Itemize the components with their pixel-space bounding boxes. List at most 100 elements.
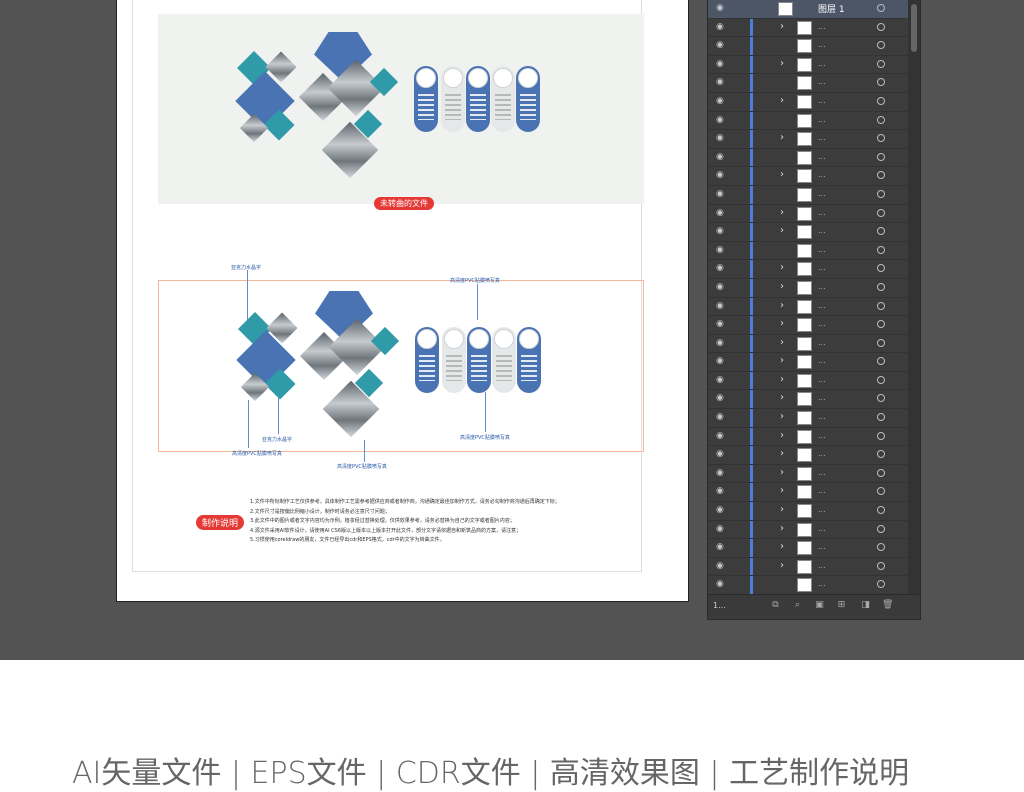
- visibility-eye-icon[interactable]: ◉: [716, 263, 728, 275]
- chevron-right-icon[interactable]: ›: [780, 355, 784, 366]
- chevron-right-icon[interactable]: ›: [780, 169, 784, 180]
- chevron-right-icon[interactable]: ›: [780, 504, 784, 515]
- layer-row[interactable]: ◉ ›...: [708, 353, 908, 372]
- layer-row[interactable]: ◉...: [708, 576, 908, 594]
- target-circle-icon[interactable]: [877, 134, 885, 143]
- chevron-right-icon[interactable]: ›: [780, 225, 784, 236]
- visibility-eye-icon[interactable]: ◉: [716, 40, 728, 52]
- layer-row[interactable]: ◉ ›...: [708, 260, 908, 279]
- visibility-eye-icon[interactable]: ◉: [716, 505, 728, 517]
- layer-row[interactable]: ◉ ›...: [708, 464, 908, 484]
- layer-row[interactable]: ◉ ›...: [708, 483, 908, 503]
- target-circle-icon[interactable]: [877, 580, 885, 589]
- target-circle-icon[interactable]: [877, 450, 885, 459]
- target-circle-icon[interactable]: [877, 506, 885, 515]
- layer-row[interactable]: ◉...: [708, 241, 908, 261]
- target-circle-icon[interactable]: [877, 78, 885, 87]
- target-circle-icon[interactable]: [877, 468, 885, 477]
- chevron-right-icon[interactable]: ›: [780, 262, 784, 273]
- visibility-eye-icon[interactable]: ◉: [716, 245, 728, 257]
- target-circle-icon[interactable]: [877, 431, 885, 440]
- layer-row[interactable]: ◉ ›...: [708, 18, 908, 38]
- layer-row[interactable]: ◉ ›...: [708, 371, 908, 391]
- visibility-eye-icon[interactable]: ◉: [716, 579, 728, 591]
- visibility-eye-icon[interactable]: ◉: [716, 338, 728, 350]
- visibility-eye-icon[interactable]: ◉: [716, 226, 728, 238]
- target-circle-icon[interactable]: [877, 524, 885, 533]
- target-circle-icon[interactable]: [877, 59, 885, 68]
- locate-object-icon[interactable]: ⌕: [792, 600, 803, 611]
- chevron-right-icon[interactable]: ›: [780, 281, 784, 292]
- layer-row[interactable]: ◉ ›...: [708, 278, 908, 298]
- target-circle-icon[interactable]: [877, 41, 885, 50]
- visibility-eye-icon[interactable]: ◉: [716, 115, 728, 127]
- target-circle-icon[interactable]: [877, 282, 885, 291]
- chevron-right-icon[interactable]: ›: [780, 300, 784, 311]
- layer-row-top[interactable]: ◉⌄图层 1: [708, 0, 908, 19]
- target-circle-icon[interactable]: [877, 338, 885, 347]
- clipping-mask-icon[interactable]: ▣: [814, 600, 825, 611]
- target-circle-icon[interactable]: [877, 171, 885, 180]
- target-circle-icon[interactable]: [877, 413, 885, 422]
- target-circle-icon[interactable]: [877, 152, 885, 161]
- visibility-eye-icon[interactable]: ◉: [716, 375, 728, 387]
- chevron-right-icon[interactable]: ›: [780, 411, 784, 422]
- target-circle-icon[interactable]: [877, 22, 885, 31]
- visibility-eye-icon[interactable]: ◉: [716, 393, 728, 405]
- layer-row[interactable]: ◉...: [708, 37, 908, 56]
- layer-row[interactable]: ◉ ›...: [708, 92, 908, 112]
- chevron-right-icon[interactable]: ›: [780, 448, 784, 459]
- layer-row[interactable]: ◉ ›...: [708, 539, 908, 558]
- target-circle-icon[interactable]: [877, 245, 885, 254]
- target-circle-icon[interactable]: [877, 264, 885, 273]
- canvas-workspace[interactable]: 未转曲的文件 亚克力水晶字 高清度PVC贴膜喷写真 亚克力水晶字 高清度PVC贴…: [0, 0, 1024, 660]
- visibility-eye-icon[interactable]: ◉: [716, 170, 728, 182]
- visibility-eye-icon[interactable]: ◉: [716, 152, 728, 164]
- new-layer-icon[interactable]: ◨: [860, 600, 871, 611]
- target-circle-icon[interactable]: [877, 357, 885, 366]
- layer-row[interactable]: ◉ ›...: [708, 55, 908, 75]
- visibility-eye-icon[interactable]: ◉: [716, 3, 728, 15]
- chevron-right-icon[interactable]: ›: [780, 560, 784, 571]
- visibility-eye-icon[interactable]: ◉: [716, 542, 728, 554]
- layers-scrollbar[interactable]: [908, 0, 920, 594]
- target-circle-icon[interactable]: [877, 487, 885, 496]
- target-circle-icon[interactable]: [877, 4, 885, 12]
- layer-list[interactable]: ◉⌄图层 1◉›...◉...◉›...◉...◉›...◉...◉›...◉.…: [708, 0, 908, 594]
- visibility-eye-icon[interactable]: ◉: [716, 449, 728, 461]
- layer-row[interactable]: ◉ ›...: [708, 316, 908, 335]
- target-circle-icon[interactable]: [877, 394, 885, 403]
- layers-panel[interactable]: ◉⌄图层 1◉›...◉...◉›...◉...◉›...◉...◉›...◉.…: [707, 0, 921, 620]
- layer-row[interactable]: ◉...: [708, 74, 908, 93]
- chevron-right-icon[interactable]: ›: [780, 523, 784, 534]
- chevron-right-icon[interactable]: ›: [780, 430, 784, 441]
- visibility-eye-icon[interactable]: ◉: [716, 356, 728, 368]
- layer-row[interactable]: ◉ ›...: [708, 502, 908, 521]
- visibility-eye-icon[interactable]: ◉: [716, 77, 728, 89]
- visibility-eye-icon[interactable]: ◉: [716, 22, 728, 34]
- visibility-eye-icon[interactable]: ◉: [716, 301, 728, 313]
- chevron-right-icon[interactable]: ›: [780, 58, 784, 69]
- layer-row[interactable]: ◉ ›...: [708, 390, 908, 410]
- layer-row[interactable]: ◉...: [708, 148, 908, 168]
- layer-row[interactable]: ◉ ›...: [708, 446, 908, 465]
- target-circle-icon[interactable]: [877, 115, 885, 124]
- target-circle-icon[interactable]: [877, 301, 885, 310]
- layer-row[interactable]: ◉ ›...: [708, 223, 908, 242]
- target-circle-icon[interactable]: [877, 96, 885, 105]
- visibility-eye-icon[interactable]: ◉: [716, 431, 728, 443]
- chevron-right-icon[interactable]: ›: [780, 467, 784, 478]
- chevron-right-icon[interactable]: ›: [780, 392, 784, 403]
- visibility-eye-icon[interactable]: ◉: [716, 468, 728, 480]
- visibility-eye-icon[interactable]: ◉: [716, 133, 728, 145]
- target-circle-icon[interactable]: [877, 189, 885, 198]
- chevron-right-icon[interactable]: ›: [780, 485, 784, 496]
- visibility-eye-icon[interactable]: ◉: [716, 561, 728, 573]
- target-circle-icon[interactable]: [877, 561, 885, 570]
- layer-row[interactable]: ◉...: [708, 185, 908, 205]
- chevron-right-icon[interactable]: ›: [780, 95, 784, 106]
- layer-row[interactable]: ◉ ›...: [708, 297, 908, 317]
- scrollbar-thumb[interactable]: [911, 4, 917, 52]
- layer-row[interactable]: ◉ ›...: [708, 427, 908, 447]
- visibility-eye-icon[interactable]: ◉: [716, 189, 728, 201]
